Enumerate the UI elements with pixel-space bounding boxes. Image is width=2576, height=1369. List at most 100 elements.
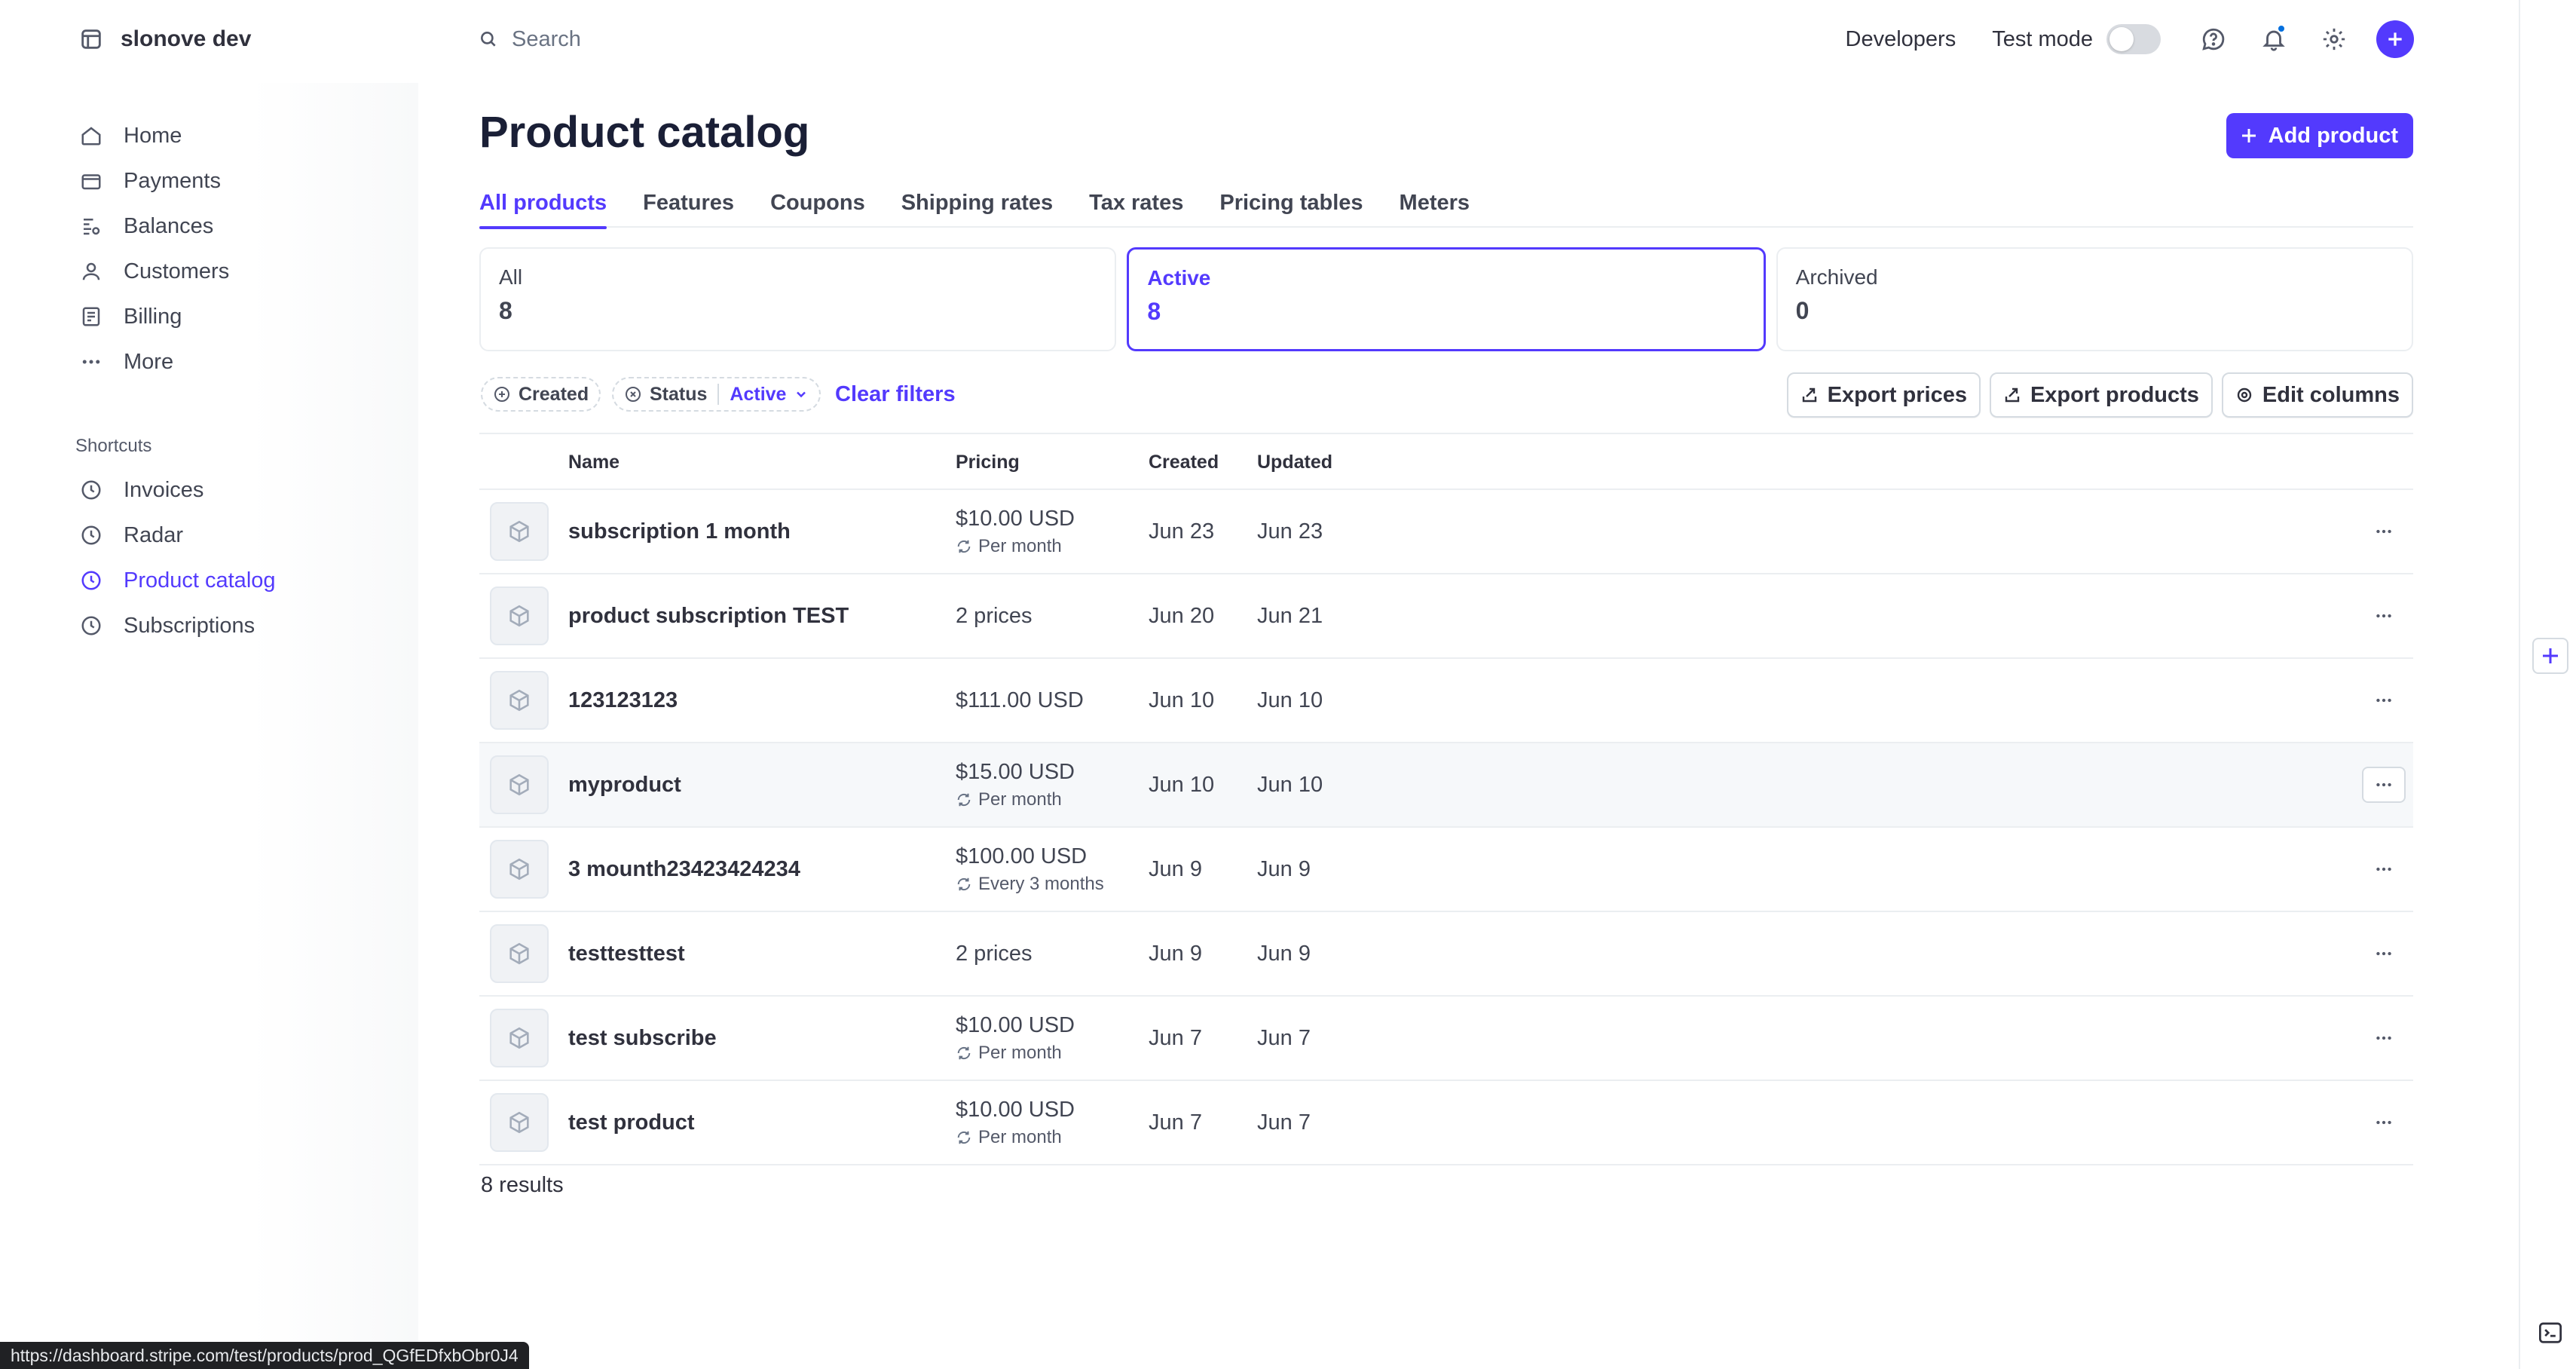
tab-pricing-tables[interactable]: Pricing tables (1219, 175, 1363, 228)
remove-filter-icon[interactable] (624, 385, 642, 403)
tab-shipping-rates[interactable]: Shipping rates (901, 175, 1053, 228)
chip-divider (717, 384, 720, 405)
status-filter-chip[interactable]: Status Active (612, 377, 821, 412)
product-image-placeholder (490, 586, 549, 645)
shortcut-label: Subscriptions (124, 613, 255, 638)
updated-date: Jun 21 (1257, 603, 1323, 628)
table-row[interactable]: test product $10.00 USD Per month Jun 7 … (479, 1081, 2413, 1165)
toggle-switch[interactable] (2106, 24, 2161, 54)
product-name[interactable]: testtesttest (568, 912, 685, 995)
table-row[interactable]: test subscribe $10.00 USD Per month Jun … (479, 997, 2413, 1081)
sidebar-item-customers[interactable]: Customers (78, 249, 395, 294)
page-title: Product catalog (479, 108, 810, 157)
card-active[interactable]: Active 8 (1127, 247, 1766, 351)
sidebar-item-balances[interactable]: Balances (78, 204, 395, 249)
price-amount: $100.00 USD (956, 844, 1088, 868)
tab-meters[interactable]: Meters (1400, 175, 1470, 228)
recurring-icon (957, 877, 971, 890)
help-icon[interactable] (2195, 21, 2232, 57)
terminal-icon[interactable] (2535, 1319, 2565, 1346)
column-header-updated[interactable]: Updated (1257, 434, 1332, 490)
account-switcher[interactable]: slonove dev (78, 21, 251, 57)
price-interval: Per month (956, 1043, 1075, 1064)
status-filter-label: Status (650, 383, 708, 405)
table-row[interactable]: myproduct $15.00 USD Per month Jun 10 Ju… (479, 743, 2413, 828)
test-mode-toggle[interactable]: Test mode (1992, 24, 2161, 54)
billing-icon (78, 304, 104, 329)
shortcut-subscriptions[interactable]: Subscriptions (78, 603, 395, 648)
add-product-button[interactable]: Add product (2226, 113, 2413, 158)
shortcut-product-catalog[interactable]: Product catalog (78, 558, 395, 603)
row-more-button[interactable] (2362, 851, 2406, 887)
sidebar-item-label: Balances (124, 213, 214, 238)
tab-all-products[interactable]: All products (479, 175, 607, 229)
tab-tax-rates[interactable]: Tax rates (1089, 175, 1183, 228)
sidebar-nav: Home Payments Balances Customers Billing… (78, 113, 395, 384)
notification-dot (2277, 24, 2286, 33)
tab-features[interactable]: Features (643, 175, 734, 228)
table-row[interactable]: product subscription TEST 2 prices Jun 2… (479, 574, 2413, 659)
shortcut-invoices[interactable]: Invoices (78, 467, 395, 513)
price-amount: $10.00 USD (956, 1012, 1075, 1037)
row-more-button[interactable] (2362, 682, 2406, 718)
test-mode-label: Test mode (1992, 26, 2093, 51)
product-name[interactable]: test product (568, 1081, 695, 1164)
sidebar-item-billing[interactable]: Billing (78, 294, 395, 339)
results-count: 8 results (481, 1173, 564, 1197)
gear-icon (2235, 386, 2253, 404)
price-amount: $10.00 USD (956, 1097, 1075, 1122)
updated-date: Jun 23 (1257, 519, 1323, 544)
bell-icon[interactable] (2256, 21, 2292, 57)
card-archived[interactable]: Archived 0 (1776, 247, 2413, 351)
payments-icon (78, 168, 104, 194)
price-interval: Per month (956, 1127, 1075, 1148)
add-product-label: Add product (2268, 123, 2398, 148)
product-name[interactable]: product subscription TEST (568, 574, 849, 657)
product-name[interactable]: 123123123 (568, 659, 678, 742)
created-filter-chip[interactable]: Created (481, 377, 601, 412)
table-row[interactable]: subscription 1 month $10.00 USD Per mont… (479, 490, 2413, 574)
product-name[interactable]: subscription 1 month (568, 490, 791, 573)
row-more-button[interactable] (2362, 1020, 2406, 1056)
card-count: 8 (499, 297, 512, 324)
table-actions: Export prices Export products Edit colum… (1786, 372, 2413, 418)
toggle-knob (2109, 27, 2134, 51)
row-more-button[interactable] (2362, 513, 2406, 550)
row-more-button[interactable] (2362, 598, 2406, 634)
card-all[interactable]: All 8 (479, 247, 1117, 351)
product-name[interactable]: myproduct (568, 743, 681, 826)
created-date: Jun 23 (1149, 519, 1215, 544)
export-prices-button[interactable]: Export prices (1786, 372, 1981, 418)
price-amount: $111.00 USD (956, 688, 1084, 712)
product-name[interactable]: test subscribe (568, 997, 717, 1080)
column-header-pricing: Pricing (956, 451, 1020, 473)
clock-icon (78, 568, 104, 593)
search-input[interactable]: Search (479, 21, 581, 57)
product-name[interactable]: 3 mounth23423424234 (568, 828, 800, 911)
sidebar-item-more[interactable]: More (78, 339, 395, 384)
column-header-name[interactable]: Name (568, 434, 620, 490)
recurring-icon (957, 793, 971, 806)
search-icon (479, 29, 498, 49)
tab-coupons[interactable]: Coupons (770, 175, 865, 228)
create-plus-button[interactable] (2376, 20, 2414, 58)
edit-columns-button[interactable]: Edit columns (2221, 372, 2413, 418)
gear-icon[interactable] (2316, 21, 2352, 57)
row-more-button[interactable] (2362, 936, 2406, 972)
table-row[interactable]: testtesttest 2 prices Jun 9 Jun 9 (479, 912, 2413, 997)
row-more-button[interactable] (2362, 1104, 2406, 1141)
sidebar-item-payments[interactable]: Payments (78, 158, 395, 204)
sidebar-item-home[interactable]: Home (78, 113, 395, 158)
table-row[interactable]: 123123123 $111.00 USD Jun 10 Jun 10 (479, 659, 2413, 743)
column-header-created[interactable]: Created (1149, 434, 1219, 490)
table-row[interactable]: 3 mounth23423424234 $100.00 USD Every 3 … (479, 828, 2413, 912)
export-products-button[interactable]: Export products (1989, 372, 2213, 418)
updated-date: Jun 10 (1257, 688, 1323, 712)
add-panel-button[interactable] (2532, 638, 2568, 674)
updated-date: Jun 10 (1257, 772, 1323, 797)
row-more-button[interactable] (2362, 767, 2406, 803)
developers-link[interactable]: Developers (1846, 27, 1956, 52)
shortcut-radar[interactable]: Radar (78, 513, 395, 558)
clear-filters-link[interactable]: Clear filters (835, 377, 956, 412)
product-image-placeholder (490, 924, 549, 983)
